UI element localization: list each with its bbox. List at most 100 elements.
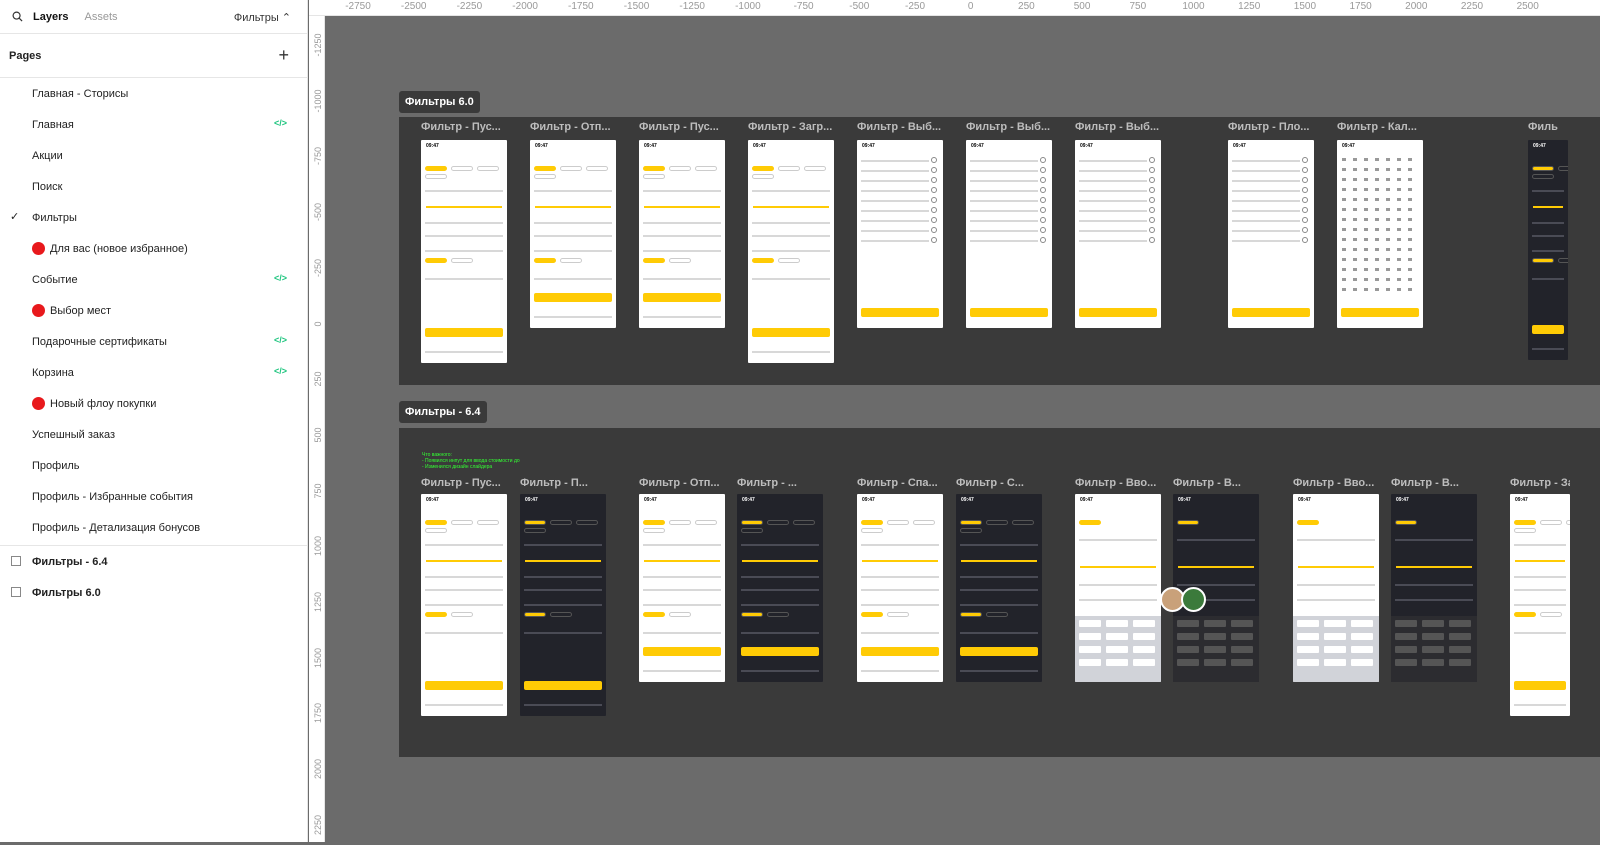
section-label[interactable]: Фильтры 6.0	[399, 91, 480, 113]
calendar-day	[1364, 168, 1368, 171]
calendar-day	[1408, 168, 1412, 171]
chip	[451, 520, 473, 525]
calendar-day	[1342, 288, 1346, 291]
radio-icon	[1149, 197, 1155, 203]
frame-preview[interactable]: 09:47	[520, 494, 606, 716]
list-row	[970, 160, 1038, 162]
frame-preview[interactable]: 09:47	[639, 140, 725, 328]
radio-icon	[1302, 197, 1308, 203]
page-item[interactable]: Для вас (новое избранное)	[0, 233, 307, 264]
frame-label[interactable]: Фильтр - Выб...	[857, 121, 943, 133]
chip	[1395, 520, 1417, 525]
row	[425, 235, 503, 237]
calendar-day	[1408, 158, 1412, 161]
frame-label[interactable]: Фильтр - Спа...	[857, 477, 943, 489]
price-slider	[1515, 560, 1565, 562]
search-icon[interactable]	[12, 11, 23, 22]
row	[960, 576, 1038, 578]
frame-label[interactable]: Фильтр - Отп...	[639, 477, 725, 489]
ruler-tick: -1000	[313, 89, 323, 113]
calendar-day	[1386, 268, 1390, 271]
page-item[interactable]: Новый флоу покупки	[0, 388, 307, 419]
page-item[interactable]: ✓ Фильтры	[0, 202, 307, 233]
frame-preview[interactable]: 09:47	[1293, 494, 1379, 682]
frame-preview[interactable]: 09:47	[956, 494, 1042, 682]
ruler-tick: 1500	[313, 647, 323, 668]
page-item[interactable]: Профиль - Избранные события	[0, 481, 307, 512]
price-slider	[644, 206, 720, 208]
frame-label[interactable]: Фильтр - Пус...	[421, 477, 507, 489]
frame-label[interactable]: Фильтр - Вво...	[1293, 477, 1379, 489]
page-item[interactable]: Корзина </>	[0, 357, 307, 388]
page-item[interactable]: Подарочные сертификаты </>	[0, 326, 307, 357]
layer-item[interactable]: Фильтры - 6.4	[0, 546, 307, 577]
frame-preview[interactable]: 09:47	[1075, 140, 1161, 328]
frame-label[interactable]: Фильтр - Пло...	[1228, 121, 1314, 133]
radio-icon	[931, 207, 937, 213]
page-item[interactable]: Главная - Сторисы	[0, 78, 307, 109]
frame-preview[interactable]: 09:47	[737, 494, 823, 682]
page-switcher[interactable]: Фильтры ⌃	[234, 11, 291, 24]
frame-preview[interactable]: 09:47	[1528, 140, 1568, 360]
frame-preview[interactable]: 09:47	[1510, 494, 1570, 716]
page-item[interactable]: Успешный заказ	[0, 419, 307, 450]
list-row	[1232, 160, 1300, 162]
radio-icon	[1040, 207, 1046, 213]
frame-label[interactable]: Фильтр - В...	[1391, 477, 1477, 489]
frame-label[interactable]: Фильтр - Загр...	[748, 121, 834, 133]
page-item[interactable]: Выбор мест	[0, 295, 307, 326]
frame-preview[interactable]: 09:47	[1228, 140, 1314, 328]
frame-preview[interactable]: 09:47	[1337, 140, 1423, 328]
page-item[interactable]: Событие </>	[0, 264, 307, 295]
page-item[interactable]: Профиль	[0, 450, 307, 481]
page-label: Новый флоу покупки	[50, 397, 157, 410]
key	[1449, 633, 1471, 640]
list-row	[970, 180, 1038, 182]
chip	[804, 166, 826, 171]
ruler-tick: 2500	[1516, 1, 1539, 12]
page-item[interactable]: Акции	[0, 140, 307, 171]
frame-preview[interactable]: 09:47	[421, 140, 507, 363]
frame-preview[interactable]: 09:47	[639, 494, 725, 682]
frame-label[interactable]: Фильтр - С...	[956, 477, 1042, 489]
calendar-day	[1364, 258, 1368, 261]
frame-label[interactable]: Фильтр - Пус...	[639, 121, 725, 133]
frame-preview[interactable]: 09:47	[857, 140, 943, 328]
frame-preview[interactable]: 09:47	[421, 494, 507, 716]
add-page-button[interactable]: +	[278, 45, 289, 66]
chip	[778, 258, 800, 263]
page-item[interactable]: Профиль - Детализация бонусов	[0, 512, 307, 543]
calendar-day	[1375, 208, 1379, 211]
row	[643, 190, 721, 192]
frame-preview[interactable]: 09:47	[857, 494, 943, 682]
ruler-tick: 750	[1129, 1, 1147, 12]
frame-label[interactable]: Фильтр - ...	[737, 477, 823, 489]
ruler-tick: 1250	[313, 591, 323, 613]
list-row	[861, 240, 929, 242]
page-item[interactable]: Поиск	[0, 171, 307, 202]
frame-preview[interactable]: 09:47	[748, 140, 834, 363]
frame-preview[interactable]: 09:47	[966, 140, 1052, 328]
frame-preview[interactable]: 09:47	[530, 140, 616, 328]
section-label[interactable]: Фильтры - 6.4	[399, 401, 487, 423]
show-button	[643, 293, 721, 302]
frame-preview[interactable]: 09:47	[1075, 494, 1161, 682]
frame-label[interactable]: Фильтр - П...	[520, 477, 606, 489]
frame-label[interactable]: Фильтр - Вво...	[1075, 477, 1161, 489]
layer-item[interactable]: Фильтры 6.0	[0, 577, 307, 608]
frame-label[interactable]: Фильтр - Выб...	[1075, 121, 1161, 133]
frame-label[interactable]: Фильтр - Кал...	[1337, 121, 1423, 133]
frame-label[interactable]: Филь	[1528, 121, 1568, 133]
frame-label[interactable]: Фильтр - За	[1510, 477, 1570, 489]
radio-icon	[931, 197, 937, 203]
frame-label[interactable]: Фильтр - Пус...	[421, 121, 507, 133]
frame-label[interactable]: Фильтр - Выб...	[966, 121, 1052, 133]
tab-assets[interactable]: Assets	[84, 11, 117, 23]
frame-label[interactable]: Фильтр - В...	[1173, 477, 1259, 489]
tab-layers[interactable]: Layers	[33, 11, 68, 23]
frame-preview[interactable]: 09:47	[1391, 494, 1477, 682]
calendar-day	[1353, 178, 1357, 181]
radio-icon	[1149, 167, 1155, 173]
page-item[interactable]: Главная </>	[0, 109, 307, 140]
frame-label[interactable]: Фильтр - Отп...	[530, 121, 616, 133]
